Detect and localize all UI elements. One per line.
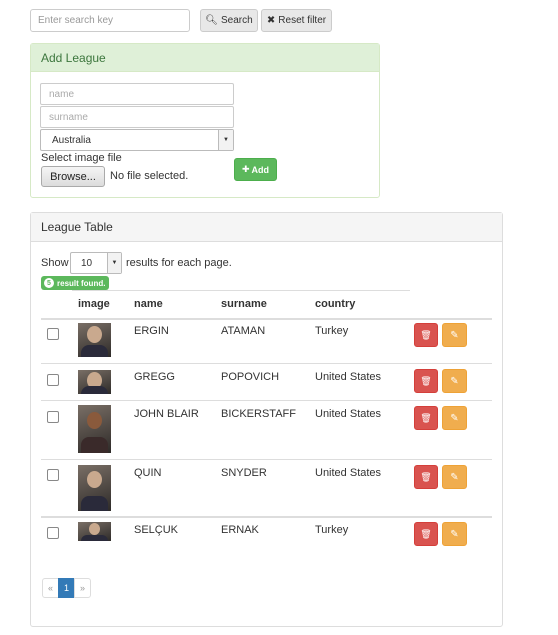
pencil-icon: ✎: [450, 412, 459, 424]
trash-icon: 🗑︎: [420, 412, 432, 423]
table-header-divider: [41, 318, 492, 320]
row-checkbox[interactable]: [47, 328, 59, 340]
row-name: SELÇUK: [134, 524, 179, 536]
reset-filter-label: Reset filter: [278, 15, 327, 26]
edit-button[interactable]: ✎: [442, 406, 467, 430]
row-name: ERGIN: [134, 325, 169, 337]
row-divider: [41, 459, 492, 460]
result-count: 5: [44, 278, 54, 288]
country-select-value: Australia: [52, 134, 91, 146]
row-surname: BICKERSTAFF: [221, 408, 296, 420]
caret-down-icon: ▼: [107, 253, 121, 273]
result-count-badge: 5 result found.: [41, 276, 110, 290]
row-surname: POPOVICH: [221, 371, 280, 383]
pencil-icon: ✎: [450, 329, 459, 341]
edit-button[interactable]: ✎: [442, 465, 467, 489]
row-country: United States: [315, 371, 382, 383]
pagination-prev[interactable]: «: [42, 578, 59, 598]
column-header-image: image: [78, 298, 110, 310]
trash-icon: 🗑︎: [420, 329, 432, 340]
row-country: United States: [315, 467, 382, 479]
delete-button[interactable]: 🗑︎: [414, 323, 438, 347]
pencil-icon: ✎: [450, 375, 459, 387]
coach-photo: [78, 465, 111, 511]
row-surname: ATAMAN: [221, 325, 266, 337]
row-name: GREGG: [134, 371, 175, 383]
row-divider: [41, 400, 492, 401]
search-icon: 🔍︎: [205, 15, 218, 26]
row-surname: ERNAK: [221, 524, 259, 536]
coach-photo: [78, 370, 111, 394]
row-country: United States: [315, 408, 382, 420]
browse-button[interactable]: Browse...: [41, 166, 105, 187]
surname-field[interactable]: [40, 106, 234, 128]
trash-icon: 🗑︎: [420, 528, 432, 539]
pencil-icon: ✎: [450, 471, 459, 483]
pencil-icon: ✎: [450, 528, 459, 540]
reset-filter-button[interactable]: ✖ Reset filter: [261, 9, 332, 32]
result-label: result found.: [57, 278, 106, 288]
row-name: QUIN: [134, 467, 162, 479]
delete-button[interactable]: 🗑︎: [414, 465, 438, 489]
row-country: Turkey: [315, 524, 349, 536]
trash-icon: 🗑︎: [420, 375, 432, 386]
close-icon: ✖: [266, 15, 276, 26]
row-checkbox[interactable]: [47, 469, 59, 481]
delete-button[interactable]: 🗑︎: [414, 406, 438, 430]
column-header-country: country: [315, 298, 356, 310]
coach-photo: [78, 323, 111, 357]
coach-photo: [78, 522, 111, 541]
show-label: Show: [41, 257, 69, 269]
pagination: « 1 »: [42, 578, 91, 598]
add-button[interactable]: ✚ Add: [234, 158, 277, 181]
search-button-label: Search: [221, 15, 253, 26]
delete-button[interactable]: 🗑︎: [414, 522, 438, 546]
row-checkbox[interactable]: [47, 527, 59, 539]
row-surname: SNYDER: [221, 467, 267, 479]
pagination-next[interactable]: »: [74, 578, 91, 598]
row-checkbox[interactable]: [47, 374, 59, 386]
add-league-title: Add League: [31, 44, 379, 72]
add-button-label: Add: [251, 164, 270, 175]
edit-button[interactable]: ✎: [442, 369, 467, 393]
page-size-select[interactable]: 10 ▼: [70, 252, 122, 274]
page-size-value: 10: [81, 257, 93, 269]
coach-photo: [78, 405, 111, 453]
file-status: No file selected.: [110, 170, 189, 182]
column-header-surname: surname: [221, 298, 267, 310]
plus-icon: ✚: [241, 164, 250, 174]
edit-button[interactable]: ✎: [442, 323, 467, 347]
edit-button[interactable]: ✎: [442, 522, 467, 546]
row-checkbox[interactable]: [47, 411, 59, 423]
column-header-name: name: [134, 298, 163, 310]
pagination-page-1[interactable]: 1: [58, 578, 75, 598]
row-divider: [41, 363, 492, 364]
delete-button[interactable]: 🗑︎: [414, 369, 438, 393]
row-divider: [41, 516, 492, 518]
country-select[interactable]: Australia ▼: [40, 129, 234, 151]
per-page-label: results for each page.: [126, 257, 232, 269]
image-file-label: Select image file: [41, 152, 122, 164]
caret-down-icon: ▼: [218, 130, 233, 150]
trash-icon: 🗑︎: [420, 471, 432, 482]
name-field[interactable]: [40, 83, 234, 105]
row-country: Turkey: [315, 325, 349, 337]
row-name: JOHN BLAIR: [134, 408, 199, 420]
league-table-title: League Table: [31, 213, 502, 242]
search-input[interactable]: [30, 9, 190, 32]
search-button[interactable]: 🔍︎ Search: [200, 9, 258, 32]
table-top-border: [72, 290, 410, 291]
